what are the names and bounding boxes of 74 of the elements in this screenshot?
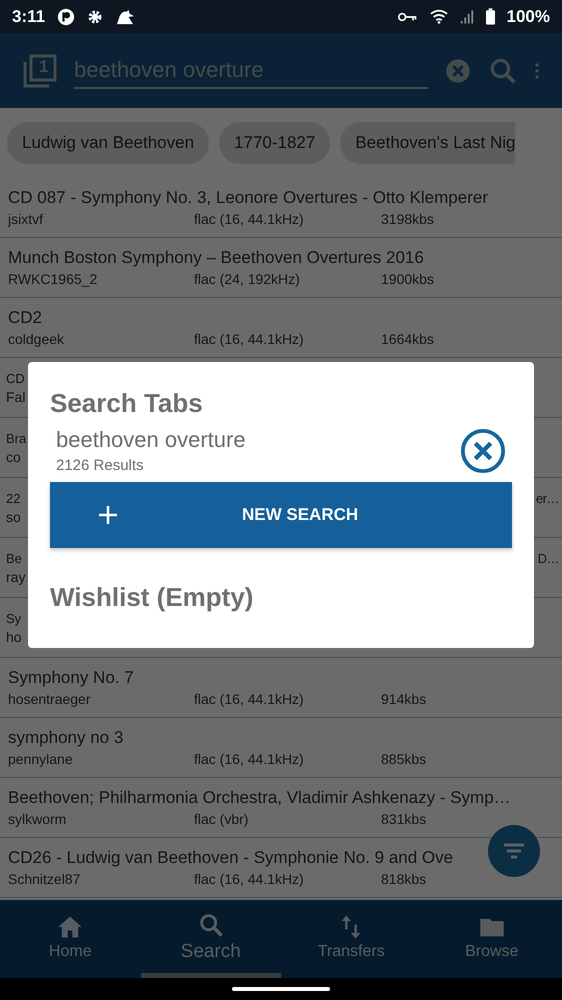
result-row[interactable]: symphony no 3 pennylane flac (16, 44.1kHz) 885kbs [0, 718, 562, 778]
nav-tab[interactable]: Home [0, 900, 140, 978]
result-row[interactable]: Munch Boston Symphony – Beethoven Overtures 2016 RWKC1965_2 flac (24, 192kHz) 1900kbs [0, 238, 562, 298]
filter-button[interactable] [488, 825, 540, 877]
battery-icon [486, 8, 495, 25]
result-user: jsixtvf [8, 211, 44, 227]
result-bitrate: 831kbs [381, 811, 426, 827]
result-format: flac (24, 192kHz) [194, 271, 301, 287]
result-title-end: D… [538, 550, 559, 566]
result-user: Schnitzel87 [8, 871, 82, 887]
result-user: Fal [6, 388, 26, 404]
tab-query[interactable]: beethoven overture [56, 427, 246, 453]
result-bitrate: 1900kbs [381, 271, 434, 287]
result-bitrate: 3198kbs [381, 211, 434, 227]
result-user: coldgeek [8, 331, 66, 347]
result-title: Sy [6, 610, 22, 626]
result-format: flac (16, 44.1kHz) [194, 331, 305, 347]
result-user: ray [6, 568, 26, 584]
result-format: flac (vbr) [194, 811, 250, 827]
filter-chip[interactable]: 1770-1827 [219, 122, 330, 164]
tab-count: 1 [39, 56, 48, 76]
result-user: RWKC1965_2 [8, 271, 98, 287]
result-user: co [6, 448, 21, 464]
result-title: Munch Boston Symphony – Beethoven Overtures 2016 [8, 248, 425, 268]
result-user: pennylane [8, 751, 74, 767]
result-title: Be [6, 550, 22, 566]
result-title: Beethoven; Philharmonia Orchestra, Vladimir Ashkenazy - Symp… [8, 788, 512, 808]
result-title: 22 [6, 490, 20, 506]
nav-tab[interactable]: Browse [422, 900, 562, 978]
result-title: Symphony No. 7 [8, 668, 135, 688]
result-user: so [6, 508, 21, 524]
close-icon[interactable] [460, 428, 506, 474]
result-user: hosentraeger [8, 691, 92, 707]
filter-chip[interactable]: Ludwig van Beethoven [7, 122, 210, 164]
result-row[interactable]: CD 087 - Symphony No. 3, Leonore Overtures - Otto Klemperer jsixtvf flac (16, 44.1kHz) 3198kbs [0, 178, 562, 238]
bird-icon [115, 8, 136, 24]
result-bitrate: 914kbs [381, 691, 426, 707]
stacked-squares-icon [22, 52, 58, 88]
result-format: flac (16, 44.1kHz) [194, 211, 305, 227]
result-title: Bra [6, 430, 26, 446]
result-title: CD [6, 370, 25, 386]
result-title: CD26 - Ludwig van Beethoven - Symphonie No. 9 and Ove [8, 848, 454, 868]
wifi-icon [430, 9, 448, 24]
nav-tab[interactable]: Transfers [281, 900, 422, 978]
filter-chip[interactable]: Beethoven's Last Nig [340, 122, 516, 164]
dialog-title: Search Tabs [50, 388, 204, 419]
clock-time: 3:11 [12, 6, 46, 26]
gesture-handle[interactable] [232, 987, 330, 991]
result-row[interactable]: CD2 coldgeek flac (16, 44.1kHz) 1664kbs [0, 298, 562, 358]
notification-circle-icon [57, 8, 76, 26]
gear-icon [87, 8, 104, 24]
result-title-end: er… [536, 490, 559, 506]
search-field[interactable]: beethoven overture [74, 52, 428, 88]
key-icon [398, 10, 418, 22]
battery-percent: 100% [506, 6, 550, 26]
wishlist-title: Wishlist (Empty) [50, 582, 254, 613]
result-bitrate: 1664kbs [381, 331, 434, 347]
tabs-button[interactable]: 1 [22, 52, 58, 88]
result-format: flac (16, 44.1kHz) [194, 691, 305, 707]
tab-result-count: 2126 Results [56, 457, 145, 474]
result-format: flac (16, 44.1kHz) [194, 751, 305, 767]
result-title: symphony no 3 [8, 728, 124, 748]
result-user: sylkworm [8, 811, 68, 827]
result-title: CD 087 - Symphony No. 3, Leonore Overtures - Otto Klemperer [8, 188, 489, 208]
result-user: ho [6, 628, 22, 644]
result-bitrate: 818kbs [381, 871, 426, 887]
result-bitrate: 885kbs [381, 751, 426, 767]
plus-icon [98, 505, 118, 525]
result-row[interactable]: Symphony No. 7 hosentraeger flac (16, 44.1kHz) 914kbs [0, 658, 562, 718]
result-title: CD2 [8, 308, 44, 328]
result-format: flac (16, 44.1kHz) [194, 871, 305, 887]
clear-icon[interactable] [444, 56, 472, 84]
new-search-button[interactable]: NEW SEARCH [50, 482, 512, 548]
signal-icon [460, 9, 474, 24]
